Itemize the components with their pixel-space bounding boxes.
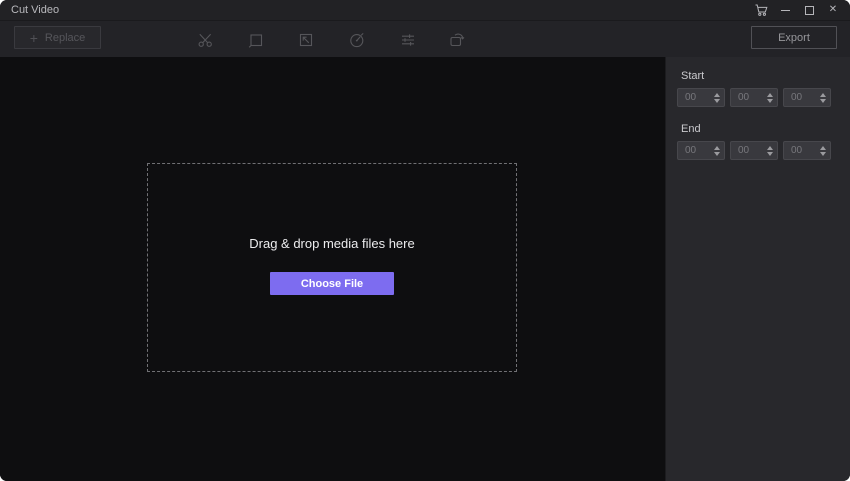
speed-tool-button[interactable] [348,31,366,49]
spinner-arrows[interactable] [767,92,773,103]
start-label: Start [681,70,705,82]
toolbar: + Replace Export [0,20,850,57]
export-button-label: Export [778,31,810,44]
replace-button-label: Replace [44,31,86,44]
spinner-value[interactable]: 00 [791,92,802,103]
spinner-arrows[interactable] [767,145,773,156]
spinner-down-icon[interactable] [714,98,720,103]
resize-tool-button[interactable] [297,31,315,49]
spinner-up-icon[interactable] [767,145,773,150]
rotate-icon [450,33,465,47]
spinner-up-icon[interactable] [820,145,826,150]
spinner-down-icon[interactable] [820,151,826,156]
spinner-up-icon[interactable] [714,145,720,150]
spinner-down-icon[interactable] [714,151,720,156]
end-seconds-spinner[interactable]: 00 [783,141,831,160]
spinner-up-icon[interactable] [820,92,826,97]
maximize-button[interactable] [801,2,817,18]
minimize-button[interactable] [777,2,793,18]
plus-icon: + [29,29,38,46]
spinner-value[interactable]: 00 [685,92,696,103]
spinner-up-icon[interactable] [767,92,773,97]
trim-settings-panel: Start 00 00 00 End 00 00 00 [665,57,850,481]
export-button[interactable]: Export [751,26,837,49]
crop-icon [248,34,263,48]
end-label: End [681,123,701,135]
cart-button[interactable] [753,2,769,18]
adjust-tool-button[interactable] [399,31,417,49]
spinner-arrows[interactable] [714,92,720,103]
resize-icon [299,33,313,47]
end-hours-spinner[interactable]: 00 [677,141,725,160]
spinner-up-icon[interactable] [714,92,720,97]
adjust-sliders-icon [402,34,414,46]
maximize-icon [804,5,814,15]
rotate-tool-button[interactable] [448,31,466,49]
choose-file-button[interactable]: Choose File [270,272,394,295]
spinner-value[interactable]: 00 [738,92,749,103]
cut-video-window: Cut Video ✕ + Replace Export Drag & drop… [0,0,850,481]
start-time-row: 00 00 00 [677,88,831,107]
crop-tool-button[interactable] [247,31,265,49]
spinner-arrows[interactable] [820,145,826,156]
start-hours-spinner[interactable]: 00 [677,88,725,107]
spinner-value[interactable]: 00 [685,145,696,156]
scissors-icon [198,33,212,47]
minimize-icon [780,9,790,11]
close-button[interactable]: ✕ [825,2,841,18]
start-seconds-spinner[interactable]: 00 [783,88,831,107]
replace-button[interactable]: + Replace [14,26,101,49]
spinner-value[interactable]: 00 [738,145,749,156]
end-time-row: 00 00 00 [677,141,831,160]
spinner-value[interactable]: 00 [791,145,802,156]
speed-icon [350,33,364,48]
spinner-down-icon[interactable] [767,151,773,156]
start-minutes-spinner[interactable]: 00 [730,88,778,107]
preview-canvas: Drag & drop media files here Choose File [0,57,665,481]
cut-tool-button[interactable] [197,31,215,49]
window-title: Cut Video [11,4,60,16]
window-controls: ✕ [753,0,841,20]
titlebar[interactable]: Cut Video ✕ [0,0,850,20]
close-icon: ✕ [828,4,838,15]
end-minutes-spinner[interactable]: 00 [730,141,778,160]
spinner-down-icon[interactable] [767,98,773,103]
spinner-down-icon[interactable] [820,98,826,103]
spinner-arrows[interactable] [714,145,720,156]
media-dropzone[interactable]: Drag & drop media files here Choose File [147,163,517,372]
cart-icon [755,4,768,16]
spinner-arrows[interactable] [820,92,826,103]
dropzone-message: Drag & drop media files here [249,236,415,251]
